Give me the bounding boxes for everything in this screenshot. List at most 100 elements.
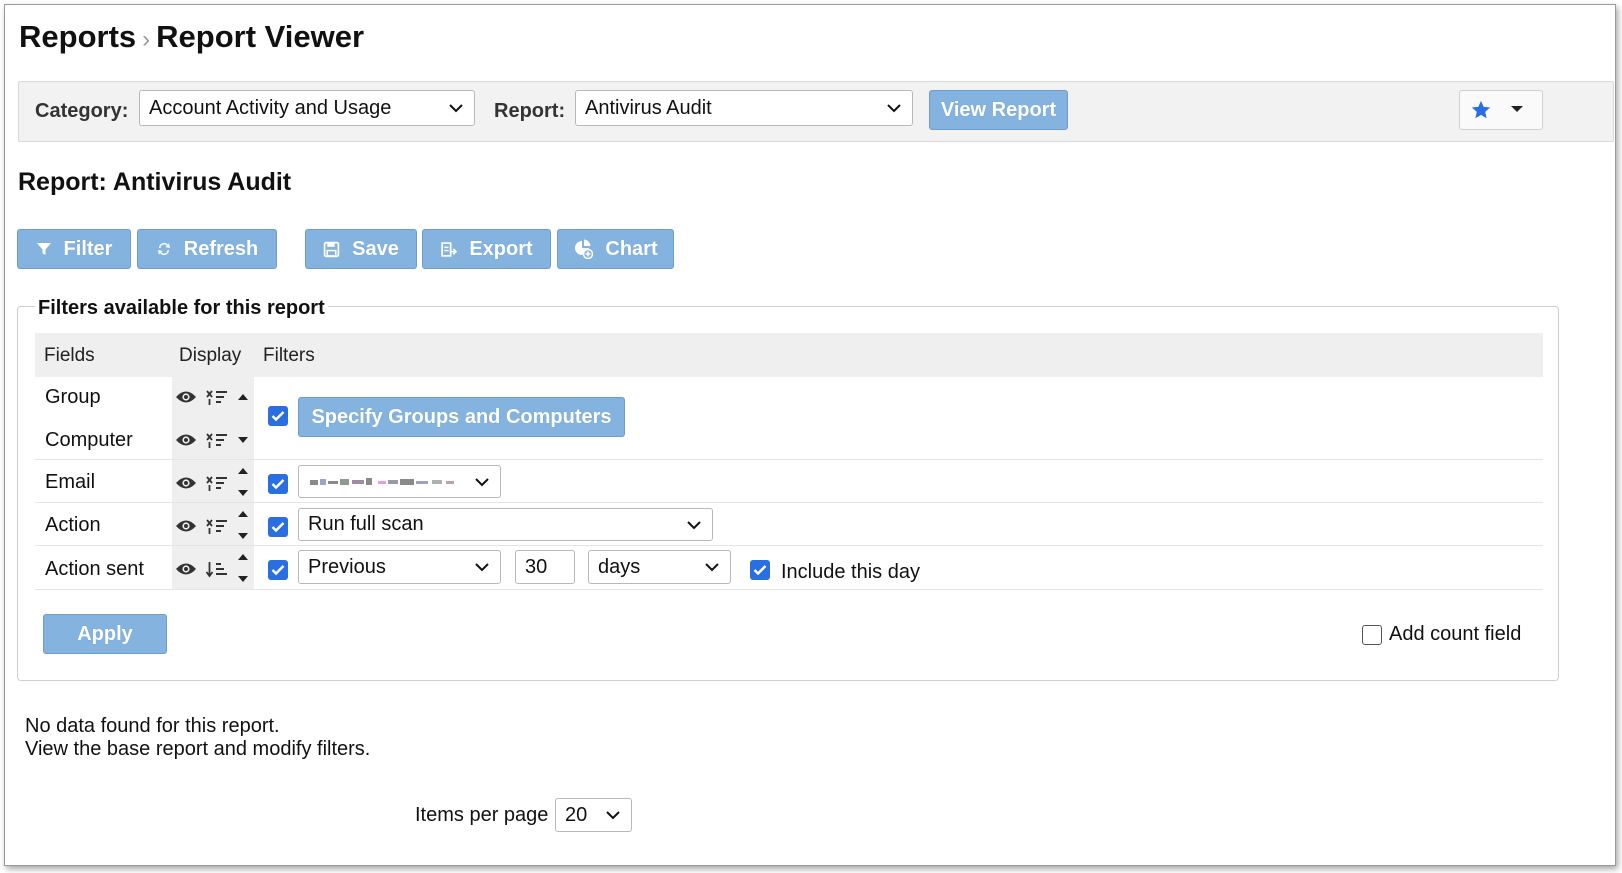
field-computer: Computer [45, 429, 133, 451]
add-count-field-label: Add count field [1389, 623, 1522, 645]
report-title: Report: Antivirus Audit [18, 168, 292, 196]
eye-icon[interactable] [175, 561, 197, 577]
move-down-icon[interactable] [237, 489, 249, 497]
view-report-label: View Report [940, 98, 1057, 121]
period-unit-value: days [598, 555, 641, 578]
filters-table-header: Fields Display Filters [35, 333, 1543, 377]
move-down-icon[interactable] [237, 436, 249, 444]
period-unit-select[interactable]: days [588, 550, 731, 584]
export-button[interactable]: Export [422, 229, 551, 269]
items-per-page-value: 20 [565, 803, 588, 826]
checkmark-icon [271, 479, 285, 490]
column-header-display: Display [179, 345, 242, 366]
redacted-value [310, 477, 454, 485]
apply-button[interactable]: Apply [43, 614, 167, 654]
empty-state-message: No data found for this report. [25, 715, 280, 737]
view-report-button[interactable]: View Report [929, 90, 1068, 130]
report-label: Report: [494, 100, 566, 122]
chevron-down-icon [449, 104, 463, 113]
column-header-filters: Filters [263, 345, 315, 366]
items-per-page-select[interactable]: 20 [555, 798, 632, 832]
checkmark-icon [271, 411, 285, 422]
category-select-value: Account Activity and Usage [149, 96, 392, 119]
field-action-sent: Action sent [45, 558, 144, 580]
filters-legend: Filters available for this report [35, 297, 328, 320]
filter-button[interactable]: Filter [17, 229, 131, 269]
export-icon [441, 241, 458, 257]
chevron-down-icon [687, 520, 701, 529]
filter-icon [36, 243, 51, 255]
chevron-down-icon [475, 477, 489, 486]
specify-groups-button[interactable]: Specify Groups and Computers [298, 397, 625, 437]
row-divider [35, 545, 1543, 546]
sort-icon[interactable] [205, 517, 229, 535]
apply-label: Apply [77, 622, 133, 645]
field-action: Action [45, 514, 101, 536]
refresh-button[interactable]: Refresh [137, 229, 277, 269]
items-per-page-label: Items per page [415, 804, 549, 826]
row-divider [35, 502, 1543, 503]
group-filter-checkbox[interactable] [268, 406, 288, 426]
report-select-value: Antivirus Audit [585, 96, 712, 119]
breadcrumb-root[interactable]: Reports [19, 19, 136, 54]
move-down-icon[interactable] [237, 532, 249, 540]
action-filter-select[interactable]: Run full scan [298, 508, 713, 541]
sort-icon[interactable] [205, 431, 229, 449]
checkmark-icon [271, 565, 285, 576]
caret-down-icon [1511, 106, 1523, 112]
chart-add-icon [575, 239, 594, 259]
field-email: Email [45, 471, 96, 493]
include-day-label: Include this day [781, 561, 920, 583]
refresh-label: Refresh [183, 237, 259, 260]
email-filter-checkbox[interactable] [268, 474, 288, 494]
chart-button[interactable]: Chart [557, 229, 674, 269]
eye-icon[interactable] [175, 475, 197, 491]
include-day-checkbox[interactable] [750, 560, 770, 580]
filter-label: Filter [63, 237, 113, 260]
chevron-down-icon [606, 811, 620, 820]
star-icon [1471, 100, 1491, 119]
report-select[interactable]: Antivirus Audit [575, 90, 913, 126]
period-select-value: Previous [308, 555, 386, 578]
column-header-fields: Fields [44, 345, 95, 366]
move-up-icon[interactable] [237, 553, 249, 561]
favorites-dropdown[interactable] [1459, 90, 1543, 130]
chevron-down-icon [887, 104, 901, 113]
email-filter-select[interactable] [298, 465, 501, 498]
category-label: Category: [35, 100, 129, 122]
checkmark-icon [753, 565, 767, 576]
save-icon [323, 241, 340, 257]
report-viewer-window: Reports › Report Viewer Category: Account … [4, 4, 1616, 866]
breadcrumb: Reports › Report Viewer [19, 19, 364, 55]
breadcrumb-current: Report Viewer [156, 19, 365, 54]
move-up-icon[interactable] [237, 467, 249, 475]
specify-groups-label: Specify Groups and Computers [311, 405, 612, 428]
move-up-icon[interactable] [237, 510, 249, 518]
sort-icon[interactable] [205, 474, 229, 492]
add-count-field-checkbox[interactable] [1362, 625, 1382, 645]
row-divider [35, 459, 1543, 460]
row-divider [35, 589, 1543, 590]
chevron-down-icon [705, 563, 719, 572]
action-filter-checkbox[interactable] [268, 517, 288, 537]
eye-icon[interactable] [175, 389, 197, 405]
move-down-icon[interactable] [237, 575, 249, 583]
period-select[interactable]: Previous [298, 550, 501, 584]
chevron-down-icon [475, 563, 489, 572]
checkmark-icon [271, 522, 285, 533]
action-filter-value: Run full scan [308, 513, 424, 535]
sort-descending-icon[interactable] [205, 560, 229, 578]
category-select[interactable]: Account Activity and Usage [139, 90, 475, 126]
eye-icon[interactable] [175, 518, 197, 534]
empty-state-hint: View the base report and modify filters. [25, 738, 371, 760]
export-label: Export [469, 237, 533, 260]
save-label: Save [352, 237, 399, 260]
action-sent-filter-checkbox[interactable] [268, 560, 288, 580]
period-count-input[interactable]: 30 [515, 550, 575, 584]
move-up-icon[interactable] [237, 393, 249, 401]
field-group: Group [45, 386, 101, 408]
chart-label: Chart [605, 237, 658, 260]
save-button[interactable]: Save [305, 229, 417, 269]
sort-icon[interactable] [205, 388, 229, 406]
eye-icon[interactable] [175, 432, 197, 448]
